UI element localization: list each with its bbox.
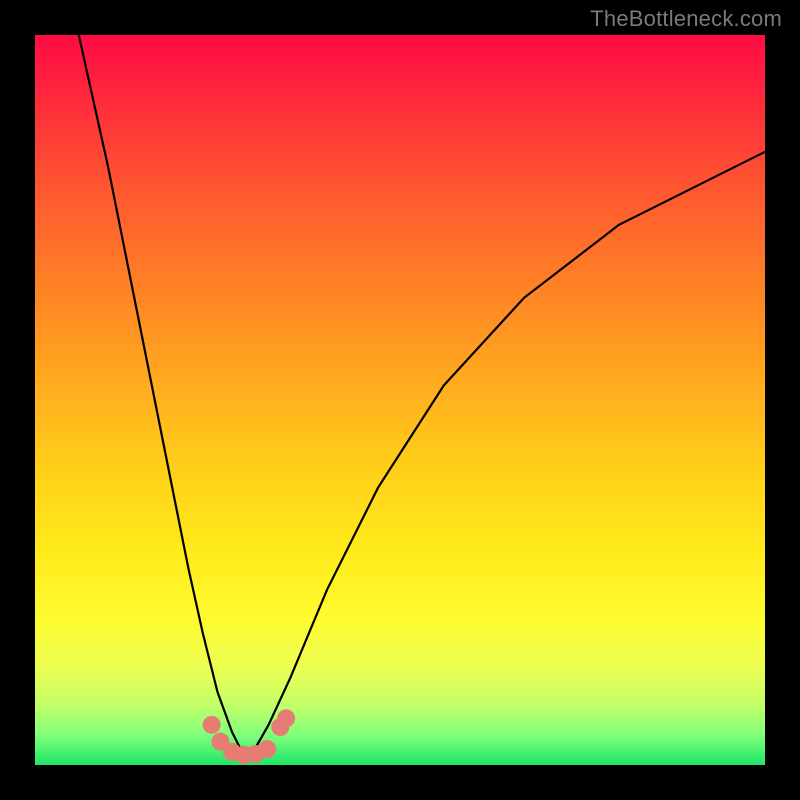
data-marker — [277, 709, 295, 727]
left-branch-curve — [79, 35, 243, 754]
curves-svg — [35, 35, 765, 765]
plot-area — [35, 35, 765, 765]
data-marker — [258, 740, 276, 758]
right-branch-curve — [254, 152, 765, 751]
data-marker — [203, 716, 221, 734]
watermark-text: TheBottleneck.com — [590, 6, 782, 32]
marker-cluster — [203, 709, 295, 764]
chart-frame: TheBottleneck.com — [0, 0, 800, 800]
